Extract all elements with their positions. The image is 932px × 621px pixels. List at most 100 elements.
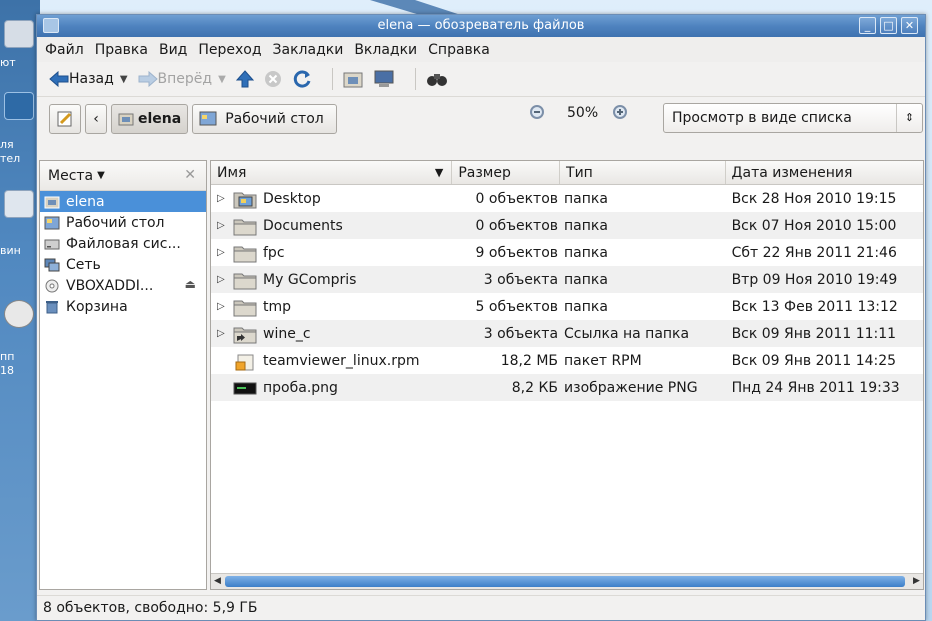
sidebar-item-filesystem[interactable]: Файловая сис... [40, 233, 206, 254]
home-icon[interactable] [4, 92, 34, 120]
file-date: Вск 09 Янв 2011 14:25 [731, 352, 897, 369]
chevron-down-icon[interactable]: ▼ [120, 74, 128, 85]
sidebar-item-label: Файловая сис... [66, 235, 181, 252]
file-date: Вск 07 Ноя 2010 15:00 [731, 217, 897, 234]
expander-icon[interactable]: ▷ [217, 301, 233, 312]
menu-edit[interactable]: Правка [95, 42, 148, 58]
table-row[interactable]: ▷ My GCompris 3 объекта папка Втр 09 Ноя… [211, 266, 923, 293]
crumb-label: elena [138, 110, 182, 127]
toolbar-separator [414, 68, 416, 90]
crumb-elena[interactable]: elena [111, 103, 189, 134]
sidebar-item-trash[interactable]: Корзина [40, 296, 206, 317]
close-sidebar-icon[interactable]: ✕ [184, 167, 196, 183]
table-row[interactable]: ▷ wine_c 3 объекта Ссылка на папка Вск 0… [211, 320, 923, 347]
file-date: Вск 09 Янв 2011 11:11 [731, 325, 897, 342]
column-size[interactable]: Размер [452, 161, 561, 184]
scroll-right-icon[interactable]: ▶ [910, 575, 923, 588]
sidebar-item-network[interactable]: Сеть [40, 254, 206, 275]
view-mode-select[interactable]: Просмотр в виде списка ⇕ [663, 103, 923, 133]
places-sidebar: Места ▼ ✕ elena Рабочий стол Файловая си… [39, 160, 207, 590]
stop-button[interactable] [264, 70, 282, 88]
scrollbar-thumb[interactable] [225, 576, 905, 587]
desktop-label: ют [0, 56, 16, 69]
sidebar-item-elena[interactable]: elena [40, 191, 206, 212]
column-date-label: Дата изменения [731, 164, 853, 181]
expander-icon[interactable]: ▷ [217, 220, 233, 231]
table-row[interactable]: ▷ fpc 9 объектов папка Сбт 22 Янв 2011 2… [211, 239, 923, 266]
menu-tabs[interactable]: Вкладки [354, 42, 417, 58]
file-type: папка [564, 244, 608, 261]
sidebar-header[interactable]: Места ▼ ✕ [40, 161, 206, 191]
sidebar-item-desktop[interactable]: Рабочий стол [40, 212, 206, 233]
desktop-label: пп [0, 350, 15, 363]
horizontal-scrollbar[interactable]: ◀ ▶ [211, 573, 923, 589]
desktop-background: ют ля тел вин пп 18 [0, 0, 40, 621]
folder-icon [233, 246, 257, 262]
table-row[interactable]: teamviewer_linux.rpm 18,2 МБ пакет RPM В… [211, 347, 923, 374]
view-mode-label: Просмотр в виде списка [672, 110, 852, 126]
file-size: 0 объектов [475, 190, 559, 207]
table-row[interactable]: ▷ Documents 0 объектов папка Вск 07 Ноя … [211, 212, 923, 239]
zoom-out-icon[interactable] [529, 104, 547, 122]
file-date: Втр 09 Ноя 2010 19:49 [731, 271, 898, 288]
close-button[interactable]: ✕ [901, 17, 918, 34]
table-row[interactable]: ▷ Desktop 0 объектов папка Вск 28 Ноя 20… [211, 185, 923, 212]
package-icon [235, 354, 254, 370]
expander-icon[interactable]: ▷ [217, 193, 233, 204]
file-name: Documents [263, 217, 343, 234]
network-icon[interactable] [4, 190, 34, 218]
menu-view[interactable]: Вид [159, 42, 187, 58]
file-type: Ссылка на папка [564, 325, 690, 342]
forward-button[interactable]: Вперёд ▼ [138, 71, 226, 87]
scroll-left-icon[interactable]: ◀ [211, 575, 224, 588]
stop-icon [264, 71, 281, 87]
column-type-label: Тип [566, 164, 593, 181]
column-type[interactable]: Тип [560, 161, 726, 184]
status-bar: 8 объектов, свободно: 5,9 ГБ [37, 595, 925, 620]
desktop-folder-icon [233, 192, 257, 208]
eject-icon[interactable]: ⏏ [185, 277, 196, 291]
search-button[interactable] [426, 70, 448, 88]
file-type: папка [564, 271, 608, 288]
menu-bookmarks[interactable]: Закладки [273, 42, 344, 58]
file-size: 3 объекта [483, 325, 559, 342]
title-bar[interactable]: elena — обозреватель файлов _ □ ✕ [37, 15, 925, 37]
column-size-label: Размер [458, 164, 511, 181]
crumb-desktop[interactable]: Рабочий стол [192, 103, 337, 134]
minimize-button[interactable]: _ [859, 17, 876, 34]
sidebar-item-label: elena [66, 193, 105, 210]
zoom-in-icon[interactable] [612, 104, 630, 122]
binoculars-icon [426, 74, 447, 86]
expander-icon[interactable]: ▷ [217, 247, 233, 258]
menu-file[interactable]: Файл [45, 42, 84, 58]
file-size: 9 объектов [475, 244, 559, 261]
file-name: wine_c [263, 325, 311, 342]
optical-disc-icon[interactable] [4, 300, 34, 328]
expander-icon[interactable]: ▷ [217, 274, 233, 285]
up-arrow-icon [235, 70, 254, 88]
toggle-location-button[interactable] [49, 103, 81, 134]
column-date[interactable]: Дата изменения [726, 161, 923, 184]
path-back-button[interactable]: ‹ [85, 103, 107, 134]
file-size: 8,2 КБ [511, 379, 559, 396]
back-button[interactable]: Назад ▼ [49, 71, 128, 87]
sidebar-item-vboxadditions[interactable]: VBOXADDI... ⏏ [40, 275, 206, 296]
chevron-down-icon[interactable]: ▼ [218, 74, 226, 85]
forward-arrow-icon [138, 71, 158, 87]
reload-button[interactable] [292, 69, 312, 89]
home-button[interactable] [343, 70, 363, 88]
table-row[interactable]: ▷ tmp 5 объектов папка Вск 13 Фев 2011 1… [211, 293, 923, 320]
computer-icon[interactable] [4, 20, 34, 48]
toolbar-separator [331, 68, 333, 90]
optical-disc-icon [45, 279, 59, 292]
folder-icon [233, 300, 257, 316]
expander-icon[interactable]: ▷ [217, 328, 233, 339]
table-row[interactable]: проба.png 8,2 КБ изображение PNG Пнд 24 … [211, 374, 923, 401]
zoom-control: 50% [529, 104, 630, 122]
menu-help[interactable]: Справка [428, 42, 490, 58]
computer-button[interactable] [373, 69, 395, 89]
menu-go[interactable]: Переход [198, 42, 261, 58]
column-name[interactable]: Имя ▼ [211, 161, 453, 184]
up-button[interactable] [235, 70, 254, 88]
maximize-button[interactable]: □ [880, 17, 897, 34]
